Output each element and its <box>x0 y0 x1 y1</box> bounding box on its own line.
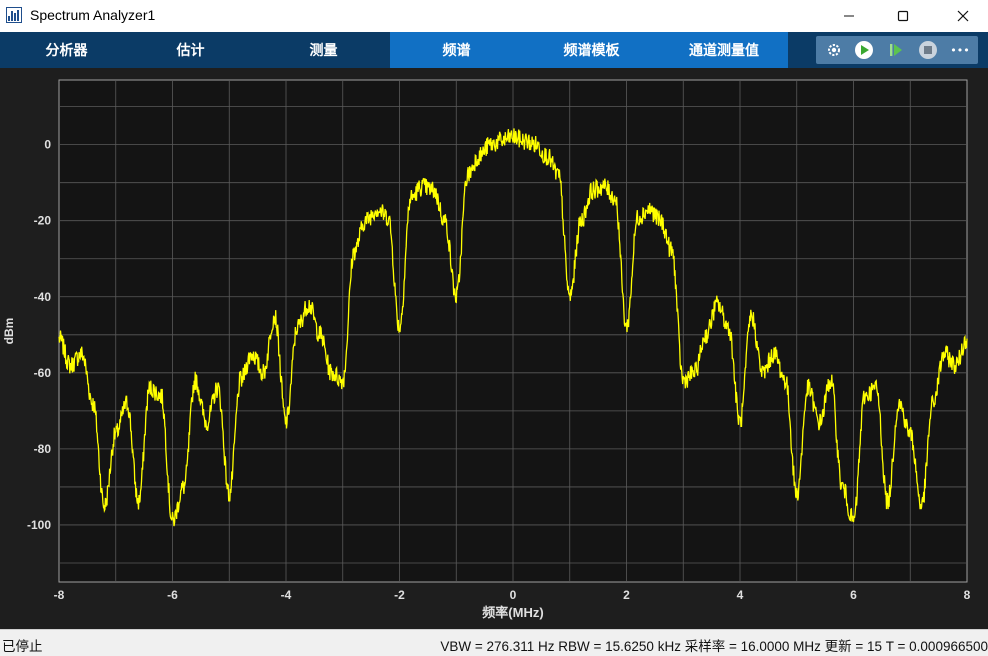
maximize-button[interactable] <box>880 0 926 32</box>
tab-label: 分析器 <box>45 43 88 59</box>
tab-channel-measurements[interactable]: 通道测量值 <box>660 32 788 68</box>
x-axis: -8 -6 -4 -2 0 2 4 6 8 <box>54 588 971 602</box>
title-bar: Spectrum Analyzer1 <box>0 0 988 32</box>
y-tick-label: -60 <box>34 366 52 380</box>
more-button[interactable]: ••• <box>950 40 970 60</box>
step-forward-button[interactable] <box>886 40 906 60</box>
measurement-readout: VBW = 276.311 Hz RBW = 15.6250 kHz 采样率 =… <box>440 639 988 654</box>
close-button[interactable] <box>940 0 986 32</box>
maximize-icon <box>897 10 909 22</box>
x-tick-label: 8 <box>964 588 971 602</box>
tab-label: 估计 <box>176 43 205 59</box>
spectrum-chart: -8 -6 -4 -2 0 2 4 6 8 0-20-40-60-80-100 频率(MHz) … <box>2 79 971 620</box>
y-tick-label: -40 <box>34 290 52 304</box>
close-icon <box>957 10 969 22</box>
tab-label: 测量 <box>309 43 338 59</box>
x-tick-label: 2 <box>623 588 630 602</box>
x-axis-label: 频率(MHz) <box>482 605 543 620</box>
x-tick-label: 4 <box>737 588 744 602</box>
simulation-controls: ••• <box>800 32 988 68</box>
settings-icon <box>828 44 840 56</box>
minimize-icon <box>844 15 854 17</box>
y-axis: 0 -20 -40 -60 -80 -100 <box>27 138 51 532</box>
x-tick-label: -2 <box>394 588 405 602</box>
tab-label: 频谱 <box>442 43 471 59</box>
tab-label: 频谱模板 <box>563 43 620 59</box>
x-tick-label: 0 <box>510 588 517 602</box>
window-title: Spectrum Analyzer1 <box>30 7 156 23</box>
run-button[interactable] <box>854 40 874 60</box>
x-tick-label: -4 <box>281 588 292 602</box>
tab-estimation[interactable]: 估计 <box>124 32 257 68</box>
x-tick-label: -8 <box>54 588 65 602</box>
minimize-button[interactable] <box>826 0 872 32</box>
run-icon <box>855 41 873 59</box>
stop-icon <box>919 41 937 59</box>
control-group: ••• <box>816 36 978 64</box>
tab-spectral-mask[interactable]: 频谱模板 <box>523 32 660 68</box>
y-tick-label: -20 <box>34 214 52 228</box>
tab-label: 通道测量值 <box>689 43 759 59</box>
y-tick-label: -100 <box>27 518 51 532</box>
tab-spectrum[interactable]: 频谱 <box>390 32 523 68</box>
settings-button[interactable] <box>824 40 844 60</box>
tab-analyzer[interactable]: 分析器 <box>0 32 133 68</box>
step-forward-icon <box>890 44 902 56</box>
spectrum-display: -8 -6 -4 -2 0 2 4 6 8 0 -20 -40 -60 -80 -100 频率(MHz) … <box>0 68 988 629</box>
x-tick-label: -6 <box>167 588 178 602</box>
status-bar: 已停止 VBW = 276.311 Hz RBW = 15.6250 kHz 采… <box>0 629 988 656</box>
y-tick-label: -80 <box>34 442 52 456</box>
y-tick-label: 0 <box>44 138 51 152</box>
spectrum-analyzer-app-icon <box>6 7 22 23</box>
run-status: 已停止 <box>2 639 43 654</box>
stop-button[interactable] <box>918 40 938 60</box>
more-icon: ••• <box>950 43 970 57</box>
x-tick-label: 6 <box>850 588 857 602</box>
y-axis-label: dBm <box>2 318 16 345</box>
tab-measurements[interactable]: 测量 <box>257 32 390 68</box>
